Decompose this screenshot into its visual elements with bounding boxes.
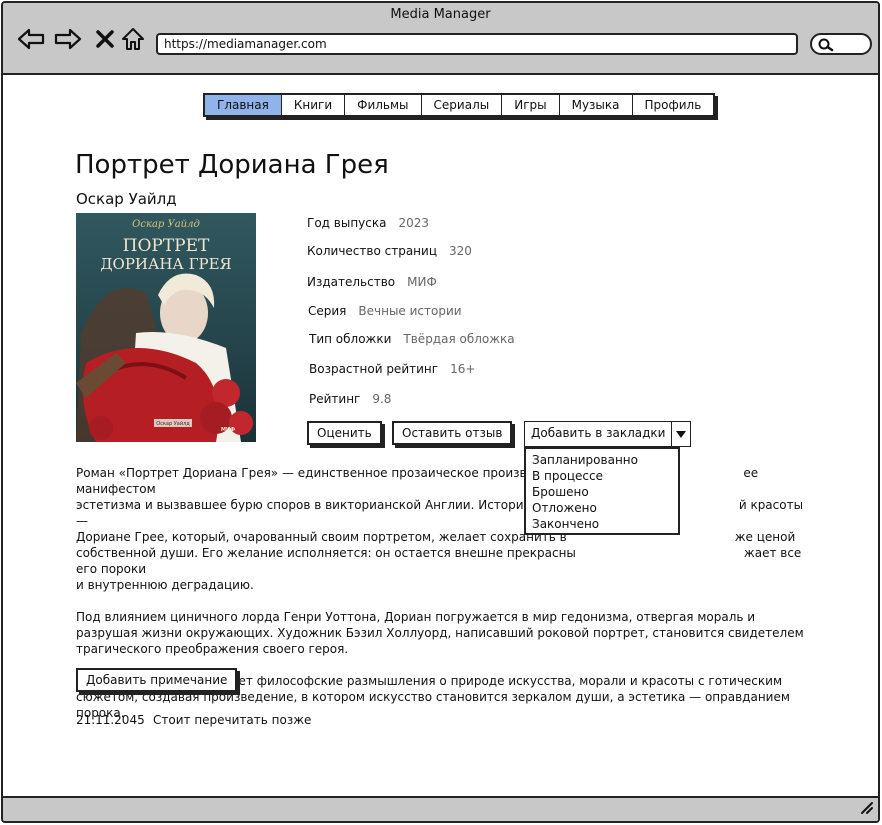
detail-age-rating: Возрастной рейтинг 16+ [309,362,476,376]
note-date: 21.11.2045 [76,713,145,727]
search-icon [818,38,834,52]
detail-series: Серия Вечные истории [308,304,462,318]
add-bookmark-dropdown[interactable]: Добавить в закладки [524,421,692,447]
bookmark-option-postponed[interactable]: Отложено [532,500,672,516]
book-description: Роман «Портрет Дориана Грея» — единствен… [76,465,816,737]
url-text: https://mediamanager.com [164,37,327,51]
bookmark-option-finished[interactable]: Закончено [532,516,672,532]
tab-games[interactable]: Игры [502,95,560,115]
cover-title-line2: ДОРИАНА ГРЕЯ [100,255,231,273]
bookmark-options-menu: Запланированно В процессе Брошено Отложе… [524,447,680,535]
rate-button[interactable]: Оценить [307,421,382,445]
browser-window: Media Manager https://mediamanager.com Г… [1,1,880,823]
description-paragraph-2: Под влиянием циничного лорда Генри Уотто… [76,610,804,656]
tab-movies[interactable]: Фильмы [345,95,422,115]
status-bar [3,796,878,821]
tab-series[interactable]: Сериалы [421,95,503,115]
chevron-down-icon[interactable] [672,422,690,446]
address-bar[interactable]: https://mediamanager.com [156,33,798,55]
add-bookmark-label[interactable]: Добавить в закладки [525,422,673,446]
tab-music[interactable]: Музыка [559,95,633,115]
cover-small-author: Оскар Уайлд [156,420,190,427]
back-arrow-icon[interactable] [17,25,45,53]
add-note-button[interactable]: Добавить примечание [76,668,238,692]
tab-profile[interactable]: Профиль [632,95,714,115]
note-text: Стоит перечитать позже [153,713,312,727]
resize-grip-icon[interactable] [858,799,874,819]
cover-title-line1: ПОРТРЕТ [123,236,210,256]
cover-author-text: Оскар Уайлд [132,219,200,230]
tab-books[interactable]: Книги [281,95,346,115]
book-title: Портрет Дориана Грея [75,150,389,180]
detail-rating: Рейтинг 9.8 [309,392,392,406]
detail-publisher: Издательство МИФ [307,275,437,289]
leave-review-button[interactable]: Оставить отзыв [392,421,513,445]
home-icon[interactable] [119,25,147,53]
description-paragraph-1: Роман «Портрет Дориана Грея» — единствен… [76,466,804,592]
book-cover-image: Оскар Уайлд ПОРТРЕТ ДОРИАНА ГРЕЯ Оскар У… [76,213,256,442]
window-title: Media Manager [390,7,491,22]
detail-pages: Количество страниц 320 [307,244,472,258]
main-nav-tabs: Главная Книги Фильмы Сериалы Игры Музыка… [203,93,716,117]
cover-publisher: МИФ [221,427,235,433]
close-icon[interactable] [91,25,119,53]
detail-cover-type: Тип обложки Твёрдая обложка [309,332,515,346]
book-author: Оскар Уайлд [76,190,177,208]
bookmark-option-dropped[interactable]: Брошено [532,484,672,500]
forward-arrow-icon[interactable] [54,25,82,53]
tab-home[interactable]: Главная [205,95,282,115]
detail-year: Год выпуска 2023 [307,216,430,230]
title-bar: Media Manager https://mediamanager.com [3,3,878,75]
search-box[interactable] [810,33,872,55]
bookmark-option-in-progress[interactable]: В процессе [532,468,672,484]
bookmark-option-planned[interactable]: Запланированно [532,452,672,468]
